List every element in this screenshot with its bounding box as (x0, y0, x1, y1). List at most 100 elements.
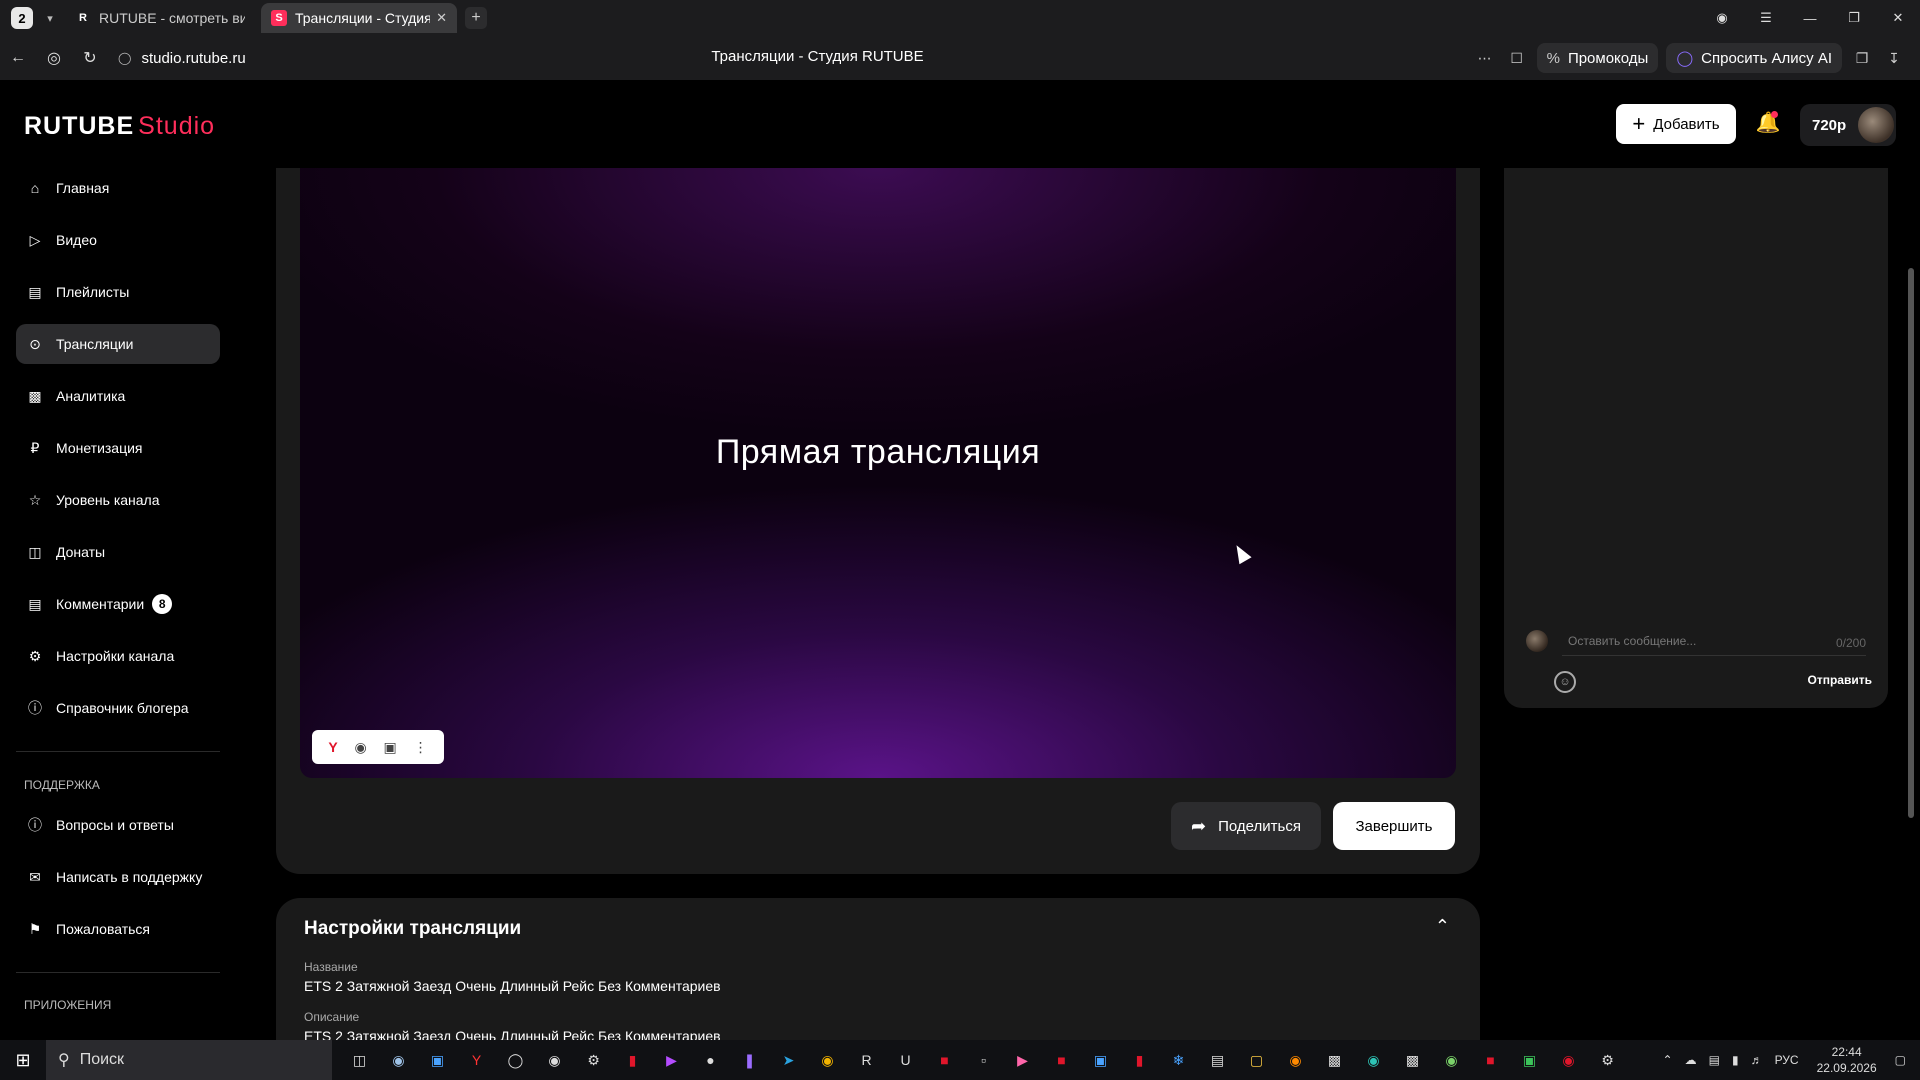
app-icon[interactable]: ▣ (1081, 1045, 1120, 1075)
app-icon[interactable]: ■ (925, 1045, 964, 1075)
windows-start-icon[interactable]: ⊞ (0, 1040, 46, 1080)
sidebar-item-broadcasts[interactable]: ⊙ Трансляции (16, 324, 220, 364)
task-view-icon[interactable]: ◫ (340, 1045, 379, 1075)
back-icon[interactable]: ← (0, 49, 36, 67)
shield-icon[interactable]: ◎ (36, 48, 72, 68)
app-icon[interactable]: ⚙ (1588, 1045, 1627, 1075)
clock[interactable]: 22:44 22.09.2026 (1817, 1044, 1877, 1076)
finish-button[interactable]: Завершить (1333, 802, 1455, 850)
sidebar-item-donates[interactable]: ◫ Донаты (16, 532, 220, 572)
app-icon[interactable]: ▮ (613, 1045, 652, 1075)
tab-title: RUTUBE - смотреть видео (99, 10, 245, 26)
sidebar-item-channel-level[interactable]: ☆ Уровень канала (16, 480, 220, 520)
reload-icon[interactable]: ↻ (72, 48, 108, 68)
app-icon[interactable]: ■ (1042, 1045, 1081, 1075)
new-tab-button[interactable]: + (465, 7, 487, 29)
sidebar-item-channel-settings[interactable]: ⚙ Настройки канала (16, 636, 220, 676)
tab-count-badge[interactable]: 2 (11, 7, 33, 29)
stream-player[interactable]: Прямая трансляция Y ◉ ▣ ⋮ (300, 168, 1456, 778)
telegram-icon[interactable]: ➤ (769, 1045, 808, 1075)
download-icon[interactable]: ↧ (1878, 50, 1910, 67)
app-icon[interactable]: ▩ (1393, 1045, 1432, 1075)
more-icon[interactable]: ⋯ (1469, 50, 1501, 67)
volume-icon[interactable]: ♬ (1751, 1053, 1763, 1067)
minimize-icon[interactable]: — (1788, 11, 1832, 26)
scroll-thumb[interactable] (1908, 268, 1914, 818)
emoji-icon[interactable]: ☺ (1554, 671, 1576, 693)
network-icon[interactable]: ▤ (1709, 1053, 1720, 1067)
more-vertical-icon[interactable]: ⋮ (414, 739, 428, 756)
chat-message-input[interactable]: Оставить сообщение... (1562, 626, 1866, 656)
app-icon[interactable]: ● (691, 1045, 730, 1075)
language-indicator[interactable]: РУС (1775, 1053, 1799, 1067)
app-icon[interactable]: ▶ (1003, 1045, 1042, 1075)
app-icon[interactable]: ◉ (535, 1045, 574, 1075)
app-icon[interactable]: ▮ (1120, 1045, 1159, 1075)
sidebar-item-contact-support[interactable]: ✉ Написать в поддержку (16, 857, 220, 897)
restore-icon[interactable]: ❐ (1832, 10, 1876, 26)
tab-rutube[interactable]: R RUTUBE - смотреть видео (65, 3, 255, 33)
profile-icon[interactable]: ◉ (1700, 10, 1744, 26)
chevron-down-icon[interactable]: ▾ (41, 7, 59, 29)
page-scrollbar[interactable] (1906, 168, 1916, 1040)
sidebar-item-home[interactable]: ⌂ Главная (16, 168, 220, 208)
screenshot-icon[interactable]: ▣ (384, 739, 397, 756)
menu-icon[interactable]: ☰ (1744, 10, 1788, 26)
lock-icon: ◯ (118, 51, 132, 65)
sidebar-item-analytics[interactable]: ▩ Аналитика (16, 376, 220, 416)
comment-icon: ▤ (28, 595, 42, 612)
sidebar-item-faq[interactable]: ⓘ Вопросы и ответы (16, 805, 220, 845)
app-icon[interactable]: ◯ (496, 1045, 535, 1075)
eye-icon[interactable]: ◉ (355, 739, 367, 756)
battery-icon[interactable]: ▮ (1732, 1053, 1739, 1067)
app-icon[interactable]: ❄ (1159, 1045, 1198, 1075)
sidebar-item-playlists[interactable]: ▤ Плейлисты (16, 272, 220, 312)
app-icon[interactable]: ◉ (1432, 1045, 1471, 1075)
cloud-icon[interactable]: ☁ (1685, 1053, 1697, 1067)
tab-studio[interactable]: S Трансляции - Студия RUTUBE ✕ (261, 3, 457, 33)
chrome-icon[interactable]: ◉ (808, 1045, 847, 1075)
steam-icon[interactable]: ◉ (379, 1045, 418, 1075)
close-icon[interactable]: ✕ (436, 10, 447, 26)
app-icon[interactable]: ▫ (964, 1045, 1003, 1075)
close-window-icon[interactable]: ✕ (1876, 10, 1920, 26)
tab-title: Трансляции - Студия RUTUBE (295, 10, 431, 26)
yandex-icon[interactable]: Y (328, 739, 337, 755)
app-icon[interactable]: ▣ (418, 1045, 457, 1075)
taskbar-search[interactable]: ⚲ Поиск (46, 1040, 332, 1080)
app-icon[interactable]: ■ (1471, 1045, 1510, 1075)
add-button[interactable]: + Добавить (1616, 104, 1736, 144)
sidebar-item-monetization[interactable]: ₽ Монетизация (16, 428, 220, 468)
chevron-up-icon[interactable]: ⌃ (1663, 1053, 1673, 1067)
unreal-icon[interactable]: U (886, 1045, 925, 1075)
rockstar-icon[interactable]: R (847, 1045, 886, 1075)
studio-logo[interactable]: RUTUBE Studio (24, 112, 215, 141)
app-icon[interactable]: ◉ (1549, 1045, 1588, 1075)
chevron-up-icon[interactable]: ⌃ (1435, 916, 1450, 937)
send-button[interactable]: Отправить (1808, 673, 1872, 687)
yandex-browser-icon[interactable]: Y (457, 1045, 496, 1075)
sidebar-item-video[interactable]: ▷ Видео (16, 220, 220, 260)
edge-icon[interactable]: ◉ (1354, 1045, 1393, 1075)
visual-studio-icon[interactable]: ❚ (730, 1045, 769, 1075)
promo-label: Промокоды (1567, 49, 1649, 67)
app-icon[interactable]: ▤ (1198, 1045, 1237, 1075)
notifications-icon[interactable]: ▢ (1895, 1053, 1906, 1067)
app-icon[interactable]: ▣ (1510, 1045, 1549, 1075)
profile-menu[interactable]: 720p (1800, 104, 1896, 146)
sidebar-item-comments[interactable]: ▤ Комментарии 8 (16, 584, 220, 624)
promo-button[interactable]: % Промокоды (1536, 43, 1659, 73)
bookmark-icon[interactable]: ☐ (1501, 50, 1533, 67)
add-label: Добавить (1653, 115, 1720, 133)
share-button[interactable]: ➦ Поделиться (1171, 802, 1321, 850)
url-field[interactable]: ◯ studio.rutube.ru (118, 50, 246, 67)
sidebar-item-blogger-guide[interactable]: ⓘ Справочник блогера (16, 688, 220, 728)
settings-icon[interactable]: ⚙ (574, 1045, 613, 1075)
alice-button[interactable]: ◯ Спросить Алису AI (1666, 43, 1842, 73)
app-icon[interactable]: ◉ (1276, 1045, 1315, 1075)
app-icon[interactable]: ▩ (1315, 1045, 1354, 1075)
file-explorer-icon[interactable]: ▢ (1237, 1045, 1276, 1075)
app-icon[interactable]: ▶ (652, 1045, 691, 1075)
sidebar-item-report[interactable]: ⚑ Пожаловаться (16, 909, 220, 949)
collections-icon[interactable]: ❐ (1846, 50, 1878, 67)
